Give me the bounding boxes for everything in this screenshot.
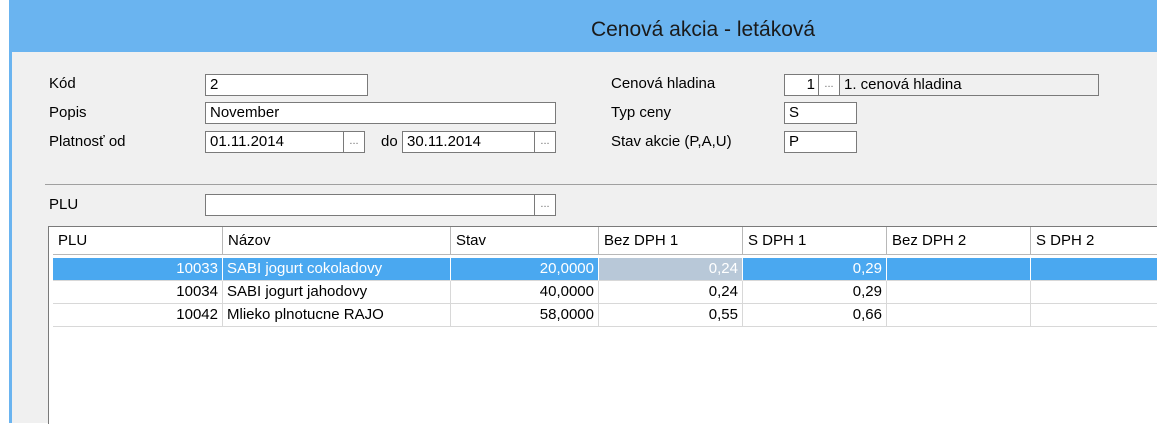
kod-label: Kód bbox=[49, 75, 76, 92]
popis-field[interactable]: November bbox=[205, 102, 556, 124]
cell-bez-dph-2[interactable] bbox=[887, 258, 1031, 281]
cell-bez-dph-1[interactable]: 0,24 bbox=[599, 281, 743, 304]
column-header-nazov[interactable]: Názov bbox=[223, 227, 451, 255]
platnost-label: Platnosť od bbox=[49, 133, 126, 150]
cell-nazov[interactable]: Mlieko plnotucne RAJO bbox=[223, 304, 451, 327]
column-header-bez-dph-2[interactable]: Bez DPH 2 bbox=[887, 227, 1031, 255]
column-header-stav[interactable]: Stav bbox=[451, 227, 599, 255]
platnost-od-lookup-button[interactable]: ... bbox=[343, 132, 364, 152]
popis-label: Popis bbox=[49, 104, 87, 121]
do-label: do bbox=[381, 133, 398, 150]
platnost-do-field[interactable]: 30.11.2014 ... bbox=[402, 131, 556, 153]
items-grid[interactable]: PLU Názov Stav Bez DPH 1 S DPH 1 Bez DPH… bbox=[48, 226, 1157, 424]
cell-s-dph-1[interactable]: 0,66 bbox=[743, 304, 887, 327]
stav-akcie-label: Stav akcie (P,A,U) bbox=[611, 133, 732, 150]
cell-stav[interactable]: 20,0000 bbox=[451, 258, 599, 281]
title-bar: Cenová akcia - letáková bbox=[9, 0, 1157, 52]
cell-plu[interactable]: 10034 bbox=[53, 281, 223, 304]
column-header-s-dph-1[interactable]: S DPH 1 bbox=[743, 227, 887, 255]
cenova-hladina-lookup-button[interactable]: ... bbox=[818, 75, 839, 95]
cell-stav[interactable]: 58,0000 bbox=[451, 304, 599, 327]
cell-s-dph-2[interactable] bbox=[1031, 304, 1157, 327]
typ-ceny-label: Typ ceny bbox=[611, 104, 672, 121]
cell-s-dph-2[interactable] bbox=[1031, 258, 1157, 281]
platnost-do-value: 30.11.2014 bbox=[407, 133, 481, 150]
cell-nazov[interactable]: SABI jogurt cokoladovy bbox=[223, 258, 451, 281]
platnost-do-lookup-button[interactable]: ... bbox=[534, 132, 555, 152]
table-row-selected[interactable]: 10033 SABI jogurt cokoladovy 20,0000 0,2… bbox=[49, 258, 1157, 281]
cell-bez-dph-2[interactable] bbox=[887, 281, 1031, 304]
table-row[interactable]: 10042 Mlieko plnotucne RAJO 58,0000 0,55… bbox=[49, 304, 1157, 327]
cenova-hladina-label: Cenová hladina bbox=[611, 75, 716, 92]
table-row[interactable]: 10034 SABI jogurt jahodovy 40,0000 0,24 … bbox=[49, 281, 1157, 304]
cell-bez-dph-1-focused[interactable]: 0,24 bbox=[599, 258, 743, 281]
cell-s-dph-2[interactable] bbox=[1031, 281, 1157, 304]
cenova-hladina-value: 1 bbox=[806, 76, 815, 93]
plu-label: PLU bbox=[49, 196, 79, 213]
grid-header: PLU Názov Stav Bez DPH 1 S DPH 1 Bez DPH… bbox=[49, 227, 1157, 255]
window-title: Cenová akcia - letáková bbox=[590, 18, 816, 41]
section-divider bbox=[45, 184, 1157, 185]
window-border bbox=[9, 52, 12, 423]
column-header-bez-dph-1[interactable]: Bez DPH 1 bbox=[599, 227, 743, 255]
stav-akcie-field[interactable]: P bbox=[784, 131, 857, 153]
cell-s-dph-1[interactable]: 0,29 bbox=[743, 281, 887, 304]
column-header-plu[interactable]: PLU bbox=[53, 227, 223, 255]
column-header-s-dph-2[interactable]: S DPH 2 bbox=[1031, 227, 1157, 255]
platnost-od-value: 01.11.2014 bbox=[210, 133, 284, 150]
cell-bez-dph-2[interactable] bbox=[887, 304, 1031, 327]
cell-bez-dph-1[interactable]: 0,55 bbox=[599, 304, 743, 327]
cenova-hladina-name: 1. cenová hladina bbox=[839, 74, 1099, 96]
cenova-hladina-field[interactable]: 1 ... bbox=[784, 74, 840, 96]
plu-filter-field[interactable]: ... bbox=[205, 194, 556, 216]
typ-ceny-field[interactable]: S bbox=[784, 102, 857, 124]
platnost-od-field[interactable]: 01.11.2014 ... bbox=[205, 131, 365, 153]
left-margin bbox=[0, 0, 9, 423]
plu-lookup-button[interactable]: ... bbox=[534, 195, 555, 215]
cell-plu[interactable]: 10042 bbox=[53, 304, 223, 327]
kod-field[interactable]: 2 bbox=[205, 74, 368, 96]
cell-s-dph-1[interactable]: 0,29 bbox=[743, 258, 887, 281]
cell-stav[interactable]: 40,0000 bbox=[451, 281, 599, 304]
cell-plu[interactable]: 10033 bbox=[53, 258, 223, 281]
cell-nazov[interactable]: SABI jogurt jahodovy bbox=[223, 281, 451, 304]
